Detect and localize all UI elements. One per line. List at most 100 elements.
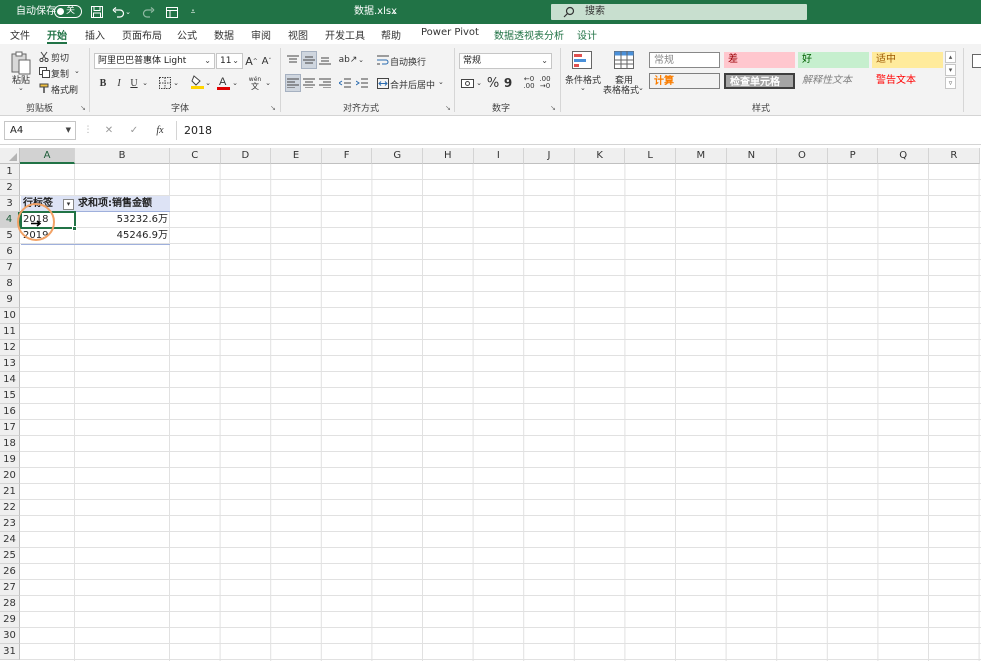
clipboard-launcher-icon[interactable]: ↘ [80,104,86,112]
tab-home[interactable]: 开始 [47,27,67,44]
comma-style-button[interactable]: 9 [502,75,514,91]
autosave-toggle[interactable]: 关 [54,5,82,18]
number-launcher-icon[interactable]: ↘ [550,104,556,112]
search-box[interactable]: 搜索 [551,4,807,20]
orientation-icon[interactable]: ab↗ [339,53,358,67]
font-color-icon[interactable]: A [216,74,230,90]
align-center-icon[interactable] [302,76,316,90]
copy-icon[interactable] [38,66,50,78]
align-middle-icon[interactable] [301,51,317,69]
gallery-more-icon[interactable]: ▿ [945,77,956,89]
align-left-icon[interactable] [285,74,301,92]
increase-indent-icon[interactable] [355,76,369,90]
increase-font-icon[interactable]: A ^ [245,53,258,69]
font-launcher-icon[interactable]: ↘ [270,104,276,112]
insert-cells-icon[interactable] [971,52,981,70]
wrap-text-icon[interactable] [376,53,389,67]
undo-dropdown-icon[interactable]: ⌄ [124,4,132,20]
italic-button[interactable]: I [113,76,125,90]
increase-decimal-icon[interactable]: ←0.00 [522,75,536,91]
copy-button[interactable]: 复制 [51,67,69,80]
font-name-dropdown[interactable]: 阿里巴巴普惠体 Light ⌄ [94,53,215,69]
wrap-text-button[interactable]: 自动换行 [390,55,426,68]
tab-design[interactable]: 设计 [577,27,597,44]
format-as-table-button[interactable]: 表格格式 [603,83,639,96]
format-as-table-icon[interactable] [613,50,635,70]
pivot-value-cell[interactable]: 53232.6万 [75,212,170,228]
percent-style-button[interactable]: % [486,75,500,91]
paste-dropdown-icon[interactable]: ⌄ [18,84,24,92]
alignment-launcher-icon[interactable]: ↘ [445,104,451,112]
cancel-entry-icon[interactable]: ✕ [102,123,116,137]
save-icon[interactable] [89,4,105,20]
decrease-indent-icon[interactable] [338,76,352,90]
pivot-filter-dropdown-icon[interactable]: ▾ [63,199,74,210]
merge-center-button[interactable]: 合并后居中 [390,78,435,91]
conditional-format-icon[interactable] [571,50,593,70]
gallery-scroll-down-icon[interactable]: ▾ [945,64,956,76]
style-normal[interactable]: 常规 [649,52,720,68]
phonetic-icon[interactable]: wén 文 [248,75,262,91]
insert-function-icon[interactable]: fx [152,122,168,138]
tab-developer[interactable]: 开发工具 [325,27,365,44]
align-bottom-icon[interactable] [318,53,332,67]
font-color-dropdown-icon[interactable]: ⌄ [231,76,239,90]
form-icon[interactable] [164,4,180,20]
borders-icon[interactable] [158,76,172,90]
tab-help[interactable]: 帮助 [381,27,401,44]
tab-pivot-analyze[interactable]: 数据透视表分析 [494,27,564,44]
style-warning[interactable]: 警告文本 [872,73,943,89]
tab-formulas[interactable]: 公式 [177,27,197,44]
copy-dropdown-icon[interactable]: ⌄ [74,67,80,75]
number-format-dropdown[interactable]: 常规 ⌄ [459,53,552,69]
merge-center-icon[interactable] [376,76,389,90]
tab-review[interactable]: 审阅 [251,27,271,44]
worksheet-grid[interactable]: ABCDEFGHIJKLMNOPQR 1 2 3 4 5 6 7 8 9 10 11 12 13 14 15… [0,148,981,661]
format-painter-button[interactable]: 格式刷 [51,83,78,96]
cut-button[interactable]: 剪切 [51,51,69,64]
style-explanatory[interactable]: 解释性文本 [798,73,869,89]
style-bad[interactable]: 差 [724,52,795,68]
tab-page-layout[interactable]: 页面布局 [122,27,162,44]
name-box[interactable]: A4 ▼ [4,121,76,140]
merge-center-dropdown-icon[interactable]: ⌄ [438,78,444,86]
underline-dropdown-icon[interactable]: ⌄ [141,76,149,90]
redo-icon[interactable] [140,4,156,20]
cut-icon[interactable] [38,50,50,62]
underline-button[interactable]: U [128,76,140,90]
file-name-caret[interactable]: ⌄ [391,0,398,24]
decrease-decimal-icon[interactable]: .00 →0 [538,75,552,91]
bold-button[interactable]: B [97,76,109,90]
number-group-label: 数字 [492,104,511,114]
fill-color-icon[interactable] [190,75,204,89]
style-check-cell[interactable]: 检查单元格 [724,73,795,89]
pivot-value-header[interactable]: 求和项:销售金额 [75,196,170,212]
format-as-table-dropdown-icon[interactable]: ⌄ [638,84,644,92]
accounting-format-icon[interactable] [460,76,474,90]
style-calculation[interactable]: 计算 [649,73,720,89]
format-painter-icon[interactable] [38,82,50,94]
accounting-dropdown-icon[interactable]: ⌄ [475,76,483,90]
confirm-entry-icon[interactable]: ✓ [127,123,141,137]
borders-dropdown-icon[interactable]: ⌄ [172,76,180,90]
gallery-scroll-up-icon[interactable]: ▴ [945,51,956,63]
tab-insert[interactable]: 插入 [85,27,105,44]
align-right-icon[interactable] [318,76,332,90]
pivot-value-cell[interactable]: 45246.9万 [75,228,170,244]
tab-file[interactable]: 文件 [10,27,30,44]
tab-power-pivot[interactable]: Power Pivot [421,27,479,44]
decrease-font-icon[interactable]: Aˇ [260,53,273,69]
font-size-dropdown[interactable]: 11 ⌄ [216,53,243,69]
customize-toolbar-icon[interactable]: ⩡ [185,4,201,20]
tab-data[interactable]: 数据 [214,27,234,44]
formula-input[interactable]: 2018 [176,121,981,140]
tab-view[interactable]: 视图 [288,27,308,44]
style-neutral[interactable]: 适中 [872,52,943,68]
orientation-dropdown-icon[interactable]: ⌄ [357,53,365,67]
conditional-format-dropdown-icon[interactable]: ⌄ [580,84,586,92]
fill-color-dropdown-icon[interactable]: ⌄ [204,76,212,90]
align-top-icon[interactable] [286,53,300,67]
fill-handle[interactable] [72,226,77,231]
style-good[interactable]: 好 [798,52,869,68]
phonetic-dropdown-icon[interactable]: ⌄ [264,76,272,90]
